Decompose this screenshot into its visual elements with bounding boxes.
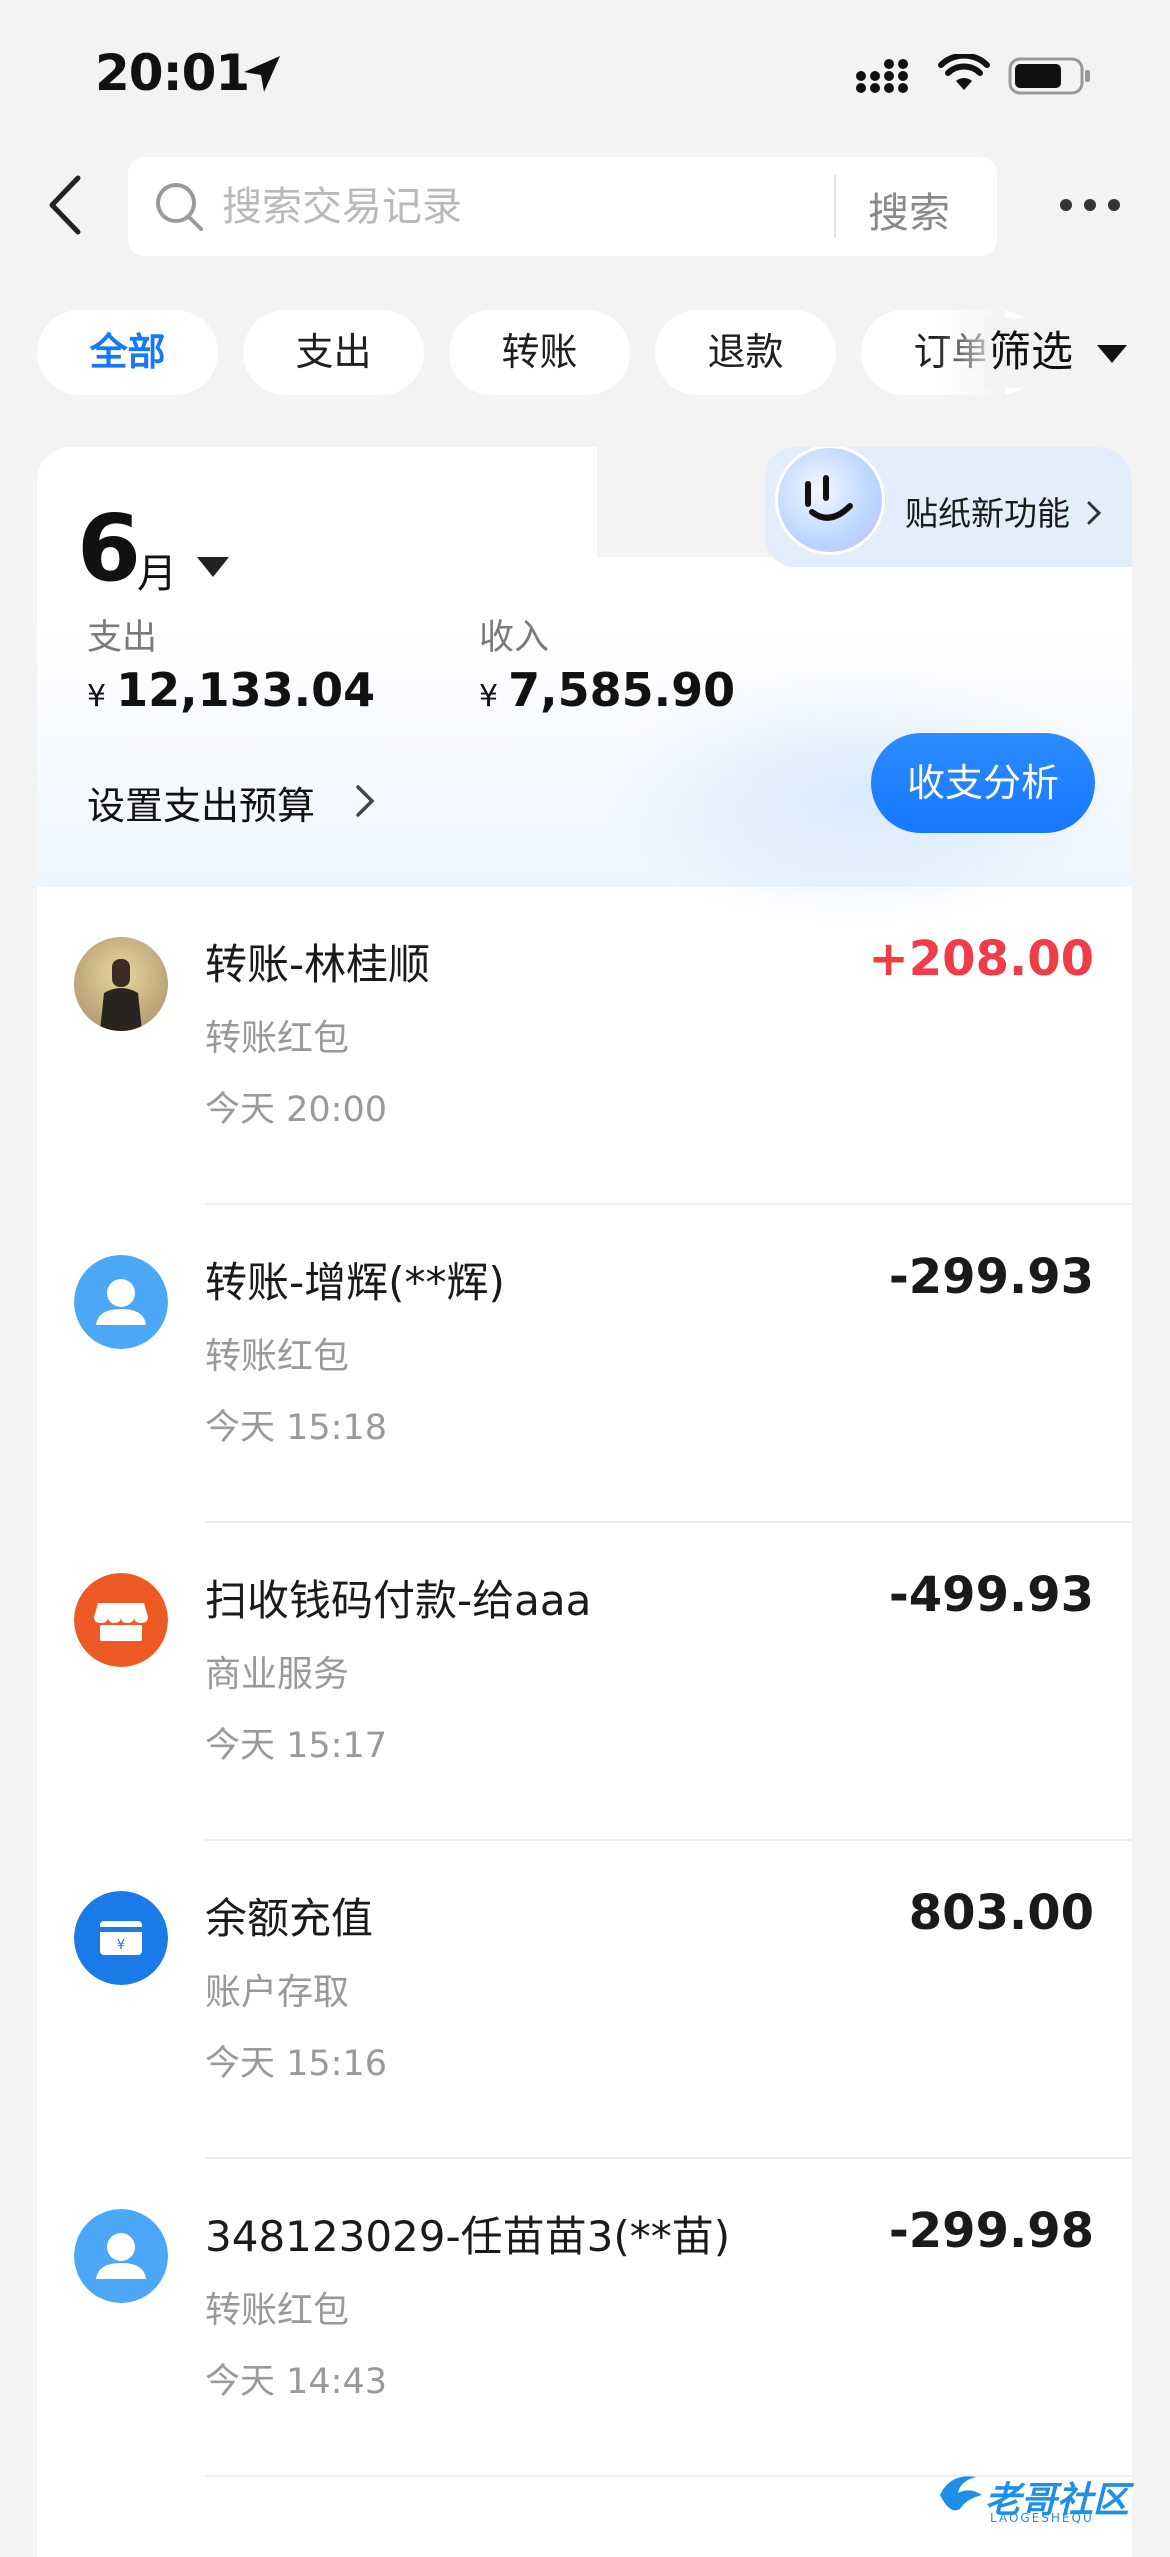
transaction-row[interactable]: ¥ 余额充值 账户存取 今天 15:16 803.00 <box>37 1841 1132 2159</box>
chip-all[interactable]: 全部 <box>37 310 218 395</box>
transaction-title: 348123029-任苗苗3(**苗) <box>205 2212 731 2261</box>
month-number[interactable]: 6 <box>77 495 141 602</box>
monthly-summary: 贴纸新功能 6 月 支出 收入 ¥12,133.04 ¥7,585.90 设置支… <box>37 447 1132 927</box>
transaction-time: 今天 15:18 <box>205 1408 387 1448</box>
income-total: ¥7,585.90 <box>479 663 736 717</box>
search-divider <box>834 175 836 238</box>
more-dots-icon <box>1060 199 1120 211</box>
sticker-feature-label[interactable]: 贴纸新功能 <box>905 487 1103 535</box>
person-icon <box>74 1255 168 1349</box>
transaction-amount: +208.00 <box>868 931 1094 987</box>
month-unit[interactable]: 月 <box>137 541 177 599</box>
income-expense-analysis-button[interactable]: 收支分析 <box>871 733 1095 833</box>
transaction-time: 今天 20:00 <box>205 1090 387 1130</box>
transaction-category: 账户存取 <box>205 1972 350 2013</box>
user-photo-avatar <box>74 937 168 1031</box>
sticker-face-icon <box>775 447 885 555</box>
transaction-row[interactable]: 348123029-任苗苗3(**苗) 转账红包 今天 14:43 -299.9… <box>37 2159 1132 2477</box>
chip-expense[interactable]: 支出 <box>243 310 424 395</box>
transaction-category: 商业服务 <box>205 1654 350 1695</box>
location-arrow-icon <box>244 56 280 92</box>
transaction-category: 转账红包 <box>205 1336 350 1377</box>
cellular-signal-icon <box>856 59 908 93</box>
filter-button[interactable]: 筛选 <box>985 318 1074 388</box>
transaction-time: 今天 15:17 <box>205 1726 387 1766</box>
status-time: 20:01 <box>95 44 250 102</box>
transaction-amount: -499.93 <box>888 1567 1094 1623</box>
filter-label: 筛选 <box>989 327 1074 376</box>
caret-down-icon <box>1097 345 1127 363</box>
transaction-title: 余额充值 <box>205 1894 374 1943</box>
transaction-title: 转账-增辉(**辉) <box>205 1258 505 1307</box>
person-icon <box>74 2209 168 2303</box>
transaction-title: 扫收钱码付款-给aaa <box>205 1576 592 1625</box>
transaction-amount: -299.98 <box>888 2203 1094 2259</box>
chevron-right-icon <box>1087 501 1101 525</box>
set-budget-link[interactable]: 设置支出预算 <box>87 775 315 830</box>
transaction-category: 转账红包 <box>205 2290 350 2331</box>
transaction-row[interactable]: 转账-增辉(**辉) 转账红包 今天 15:18 -299.93 <box>37 1205 1132 1523</box>
search-button[interactable]: 搜索 <box>868 179 950 239</box>
status-bar: 20:01 <box>0 0 1170 150</box>
transactions-card: 贴纸新功能 6 月 支出 收入 ¥12,133.04 ¥7,585.90 设置支… <box>37 447 1132 2557</box>
back-button[interactable] <box>38 170 98 240</box>
search-box[interactable]: 搜索 <box>128 157 997 256</box>
watermark-logo: 老哥社区 LAOGESHEQU <box>930 2465 1160 2525</box>
battery-icon <box>1008 57 1090 95</box>
chip-refund[interactable]: 退款 <box>655 310 836 395</box>
month-dropdown-icon[interactable] <box>195 555 231 579</box>
income-label: 收入 <box>479 618 550 658</box>
store-icon <box>74 1573 168 1667</box>
transaction-time: 今天 14:43 <box>205 2362 387 2402</box>
svg-text:¥: ¥ <box>117 1938 125 1953</box>
transaction-category: 转账红包 <box>205 1018 350 1059</box>
wallet-icon: ¥ <box>74 1891 168 1985</box>
expense-label: 支出 <box>87 618 158 658</box>
transaction-row[interactable]: 扫收钱码付款-给aaa 商业服务 今天 15:17 -499.93 <box>37 1523 1132 1841</box>
more-options-button[interactable] <box>1050 190 1130 220</box>
transaction-amount: -299.93 <box>888 1249 1094 1305</box>
transaction-title: 转账-林桂顺 <box>205 940 431 989</box>
search-icon <box>156 183 203 231</box>
wifi-icon <box>938 54 990 90</box>
chevron-left-icon <box>49 175 81 235</box>
transaction-time: 今天 15:16 <box>205 2044 387 2084</box>
transaction-row[interactable]: 转账-林桂顺 转账红包 今天 20:00 +208.00 <box>37 887 1132 1205</box>
transaction-amount: 803.00 <box>908 1885 1094 1941</box>
chip-transfer[interactable]: 转账 <box>449 310 630 395</box>
expense-total: ¥12,133.04 <box>87 663 376 717</box>
search-input[interactable] <box>220 179 924 235</box>
chevron-right-icon <box>356 785 375 817</box>
